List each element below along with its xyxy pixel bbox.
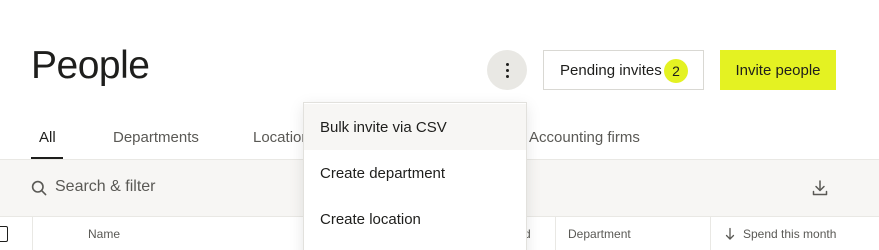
column-divider (555, 217, 556, 250)
more-options-button[interactable] (487, 50, 527, 90)
select-all-checkbox[interactable] (0, 226, 8, 242)
active-tab-indicator (31, 157, 63, 159)
download-icon[interactable] (811, 179, 829, 197)
search-filter-input[interactable]: Search & filter (55, 178, 155, 196)
tab-all[interactable]: All (39, 129, 56, 146)
column-header-name[interactable]: Name (88, 227, 120, 241)
pending-invites-count-badge: 2 (664, 59, 688, 83)
pending-invites-label: Pending invites (560, 61, 662, 79)
column-divider (32, 217, 33, 250)
menu-item-create-department[interactable]: Create department (304, 150, 526, 196)
tab-departments[interactable]: Departments (113, 129, 199, 146)
page-title: People (31, 44, 150, 87)
invite-people-button[interactable]: Invite people (720, 50, 836, 90)
more-options-menu: Bulk invite via CSV Create department Cr… (303, 102, 527, 250)
menu-item-bulk-invite-csv[interactable]: Bulk invite via CSV (304, 104, 526, 150)
column-header-spend-this-month[interactable]: Spend this month (743, 227, 836, 241)
arrow-down-icon[interactable] (724, 227, 736, 241)
more-vertical-icon (505, 62, 509, 78)
column-divider (710, 217, 711, 250)
tab-accounting-firms[interactable]: Accounting firms (529, 129, 640, 146)
pending-invites-button[interactable]: Pending invites 2 (543, 50, 704, 90)
search-icon (31, 180, 47, 196)
column-header-department[interactable]: Department (568, 227, 631, 241)
menu-item-create-location[interactable]: Create location (304, 196, 526, 242)
